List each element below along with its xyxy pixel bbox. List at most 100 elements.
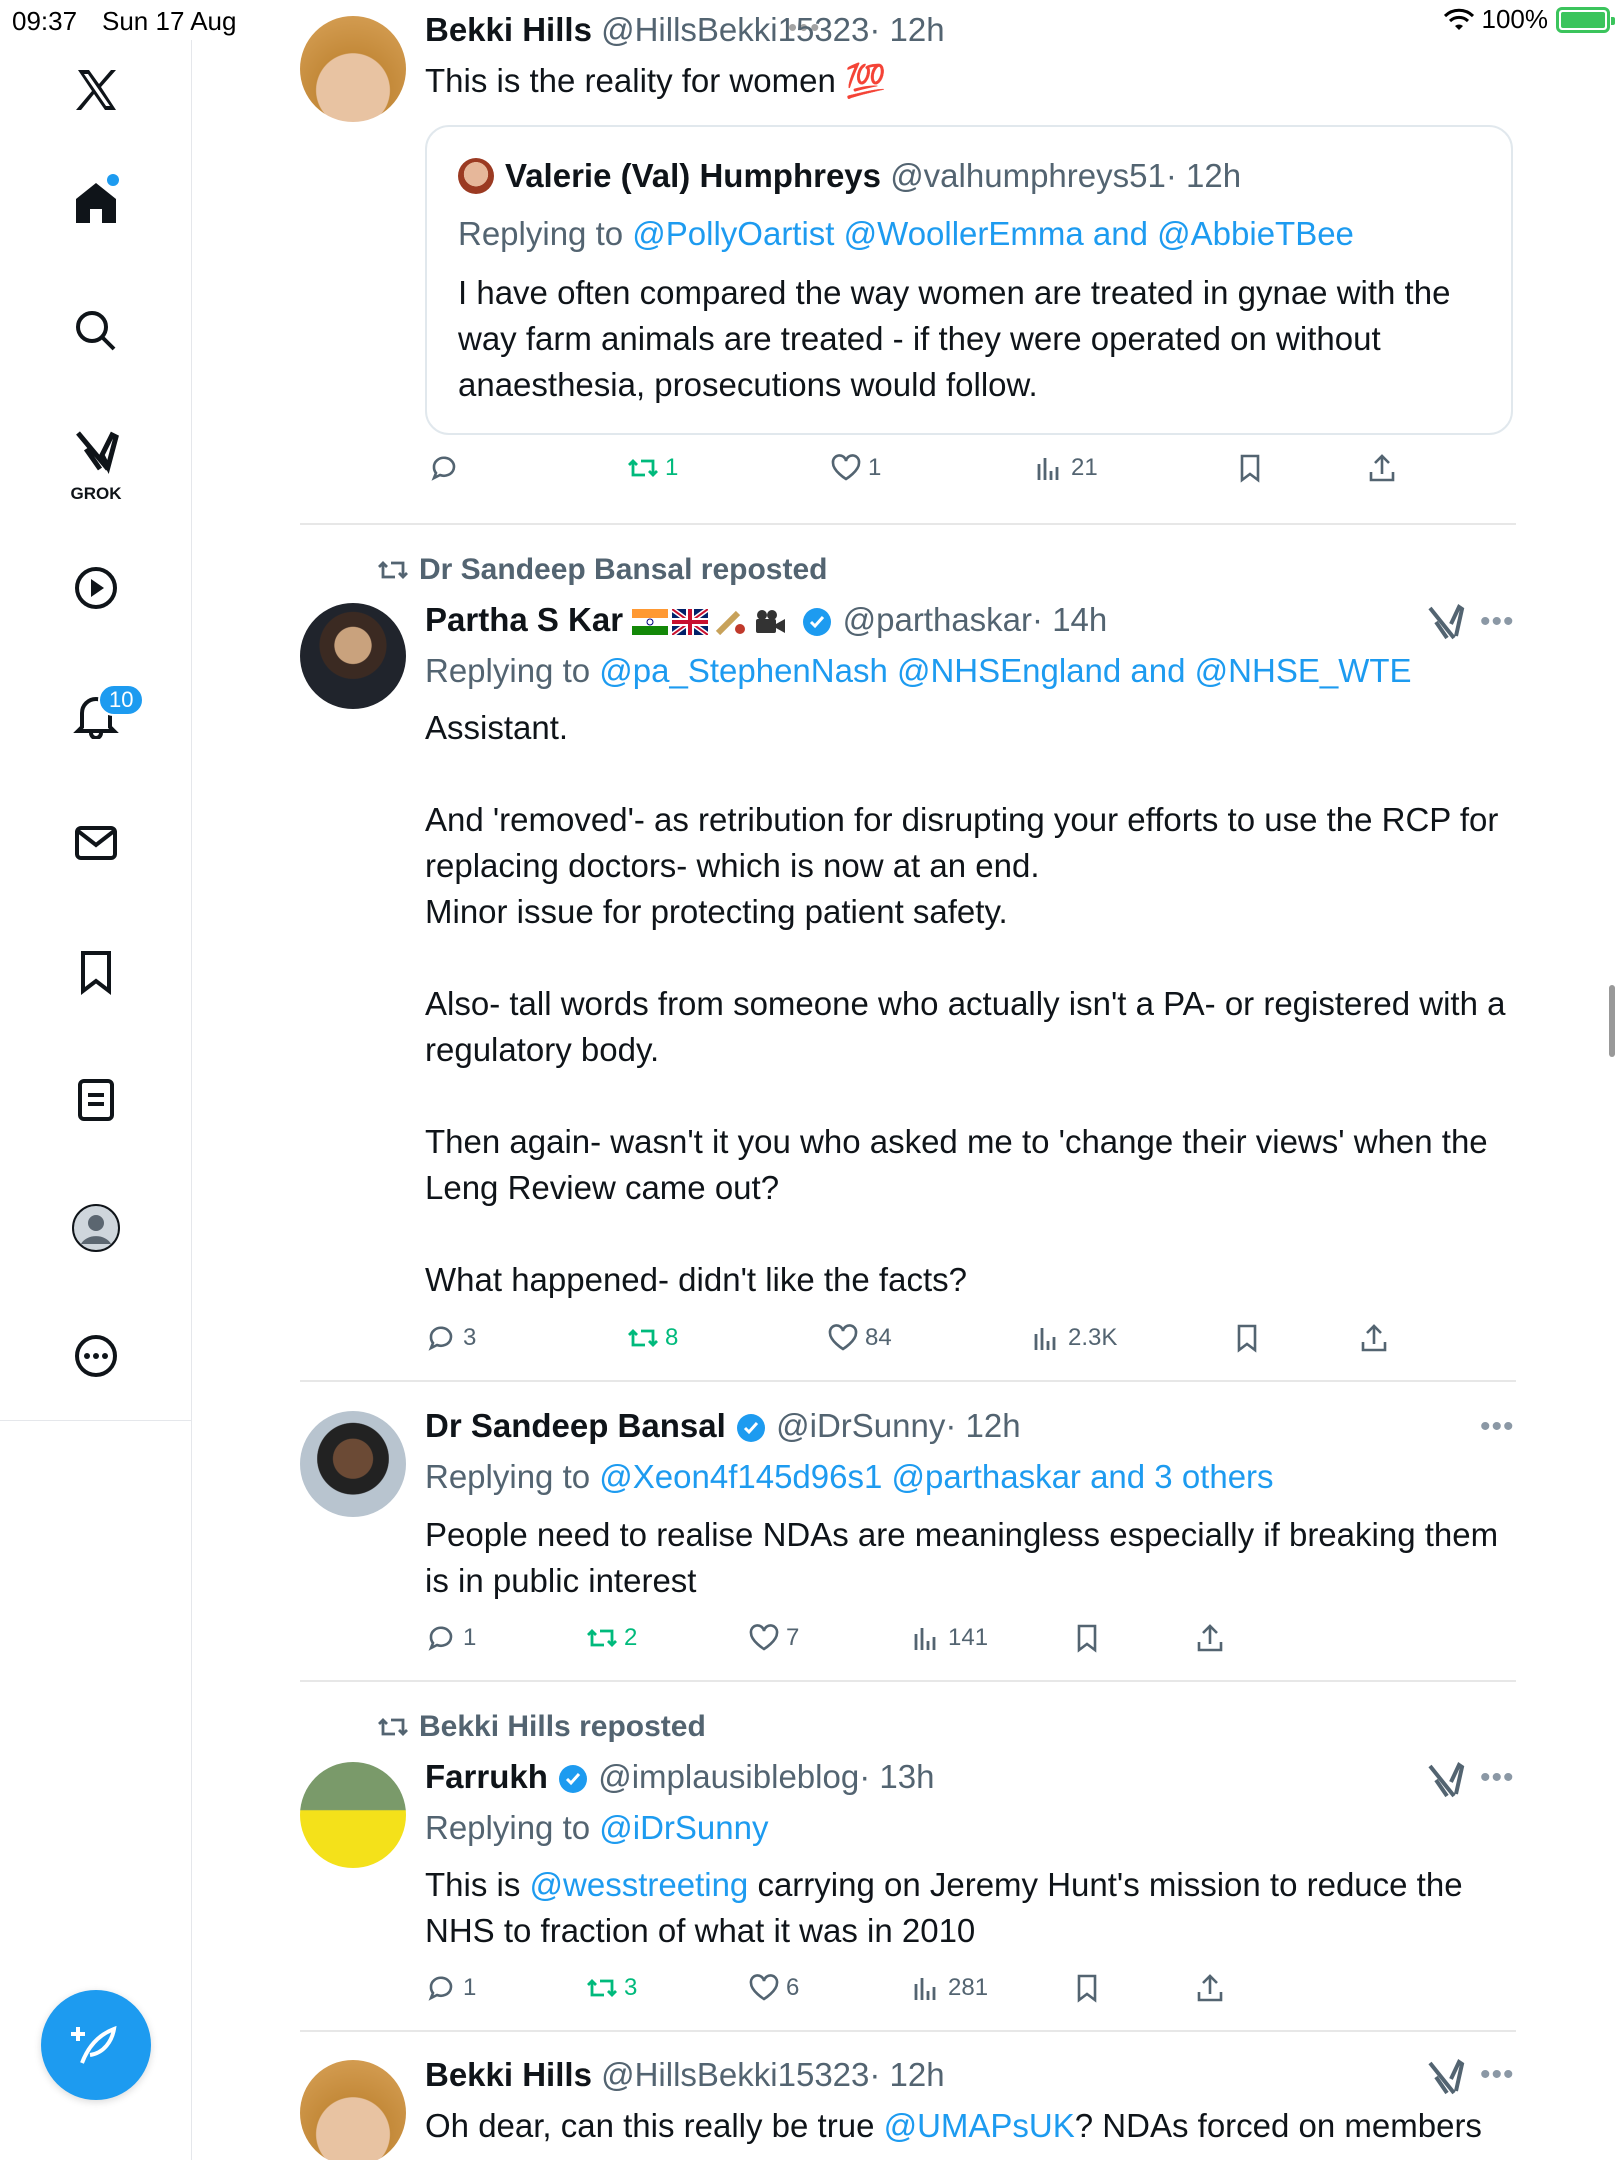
author-handle[interactable]: @iDrSunny <box>776 1407 945 1444</box>
author-handle[interactable]: @HillsBekki15323 <box>601 2056 869 2093</box>
tweet-text-rest: ? NDAs forced on members <box>1074 2107 1482 2144</box>
views-button[interactable]: 141 <box>910 1622 988 1654</box>
views-button[interactable]: 281 <box>910 1972 988 2004</box>
lists-icon[interactable] <box>61 1065 131 1135</box>
share-button[interactable] <box>1194 1972 1226 2004</box>
replying-mentions[interactable]: @iDrSunny <box>599 1809 768 1846</box>
views-button[interactable]: 21 <box>1033 452 1098 484</box>
retweet-icon <box>628 1329 658 1347</box>
status-date: Sun 17 Aug <box>102 6 237 36</box>
author-handle[interactable]: @implausibleblog <box>598 1758 859 1795</box>
status-right: 100% <box>1443 4 1615 35</box>
replying-mentions[interactable]: @pa_StephenNash @NHSEngland and @NHSE_WT… <box>599 652 1411 689</box>
retweet-icon <box>378 1718 408 1736</box>
heart-icon <box>831 454 861 481</box>
reply-button[interactable]: 1 <box>425 1972 476 2004</box>
author-handle[interactable]: @HillsBekki15323 <box>601 11 869 48</box>
compose-post-button[interactable] <box>41 1990 151 2100</box>
retweet-icon <box>587 1979 617 1997</box>
scrollbar[interactable] <box>1609 985 1615 1057</box>
bookmark-button[interactable] <box>1071 1972 1103 2004</box>
reply-icon <box>428 1976 453 2001</box>
reply-count: 1 <box>463 1974 477 2001</box>
retweet-count: 3 <box>624 1974 638 2001</box>
verified-badge-icon <box>736 1414 765 1443</box>
grok-icon[interactable] <box>61 416 131 486</box>
more-options-icon[interactable]: ••• <box>1480 605 1515 639</box>
repost-indicator[interactable]: Dr Sandeep Bansal reposted <box>377 553 827 587</box>
share-button[interactable] <box>1194 1622 1226 1654</box>
home-icon[interactable] <box>61 168 131 238</box>
uk-flag-icon <box>672 609 709 636</box>
movie-camera-icon <box>756 610 786 634</box>
author-name[interactable]: Farrukh <box>425 1758 548 1795</box>
replying-prefix: Replying to <box>425 1809 600 1846</box>
share-button[interactable] <box>1366 452 1398 484</box>
grok-explain-icon[interactable] <box>1426 1760 1466 1800</box>
reply-button[interactable] <box>428 452 466 484</box>
bookmark-icon <box>1077 1974 1097 2003</box>
grok-explain-icon[interactable] <box>1426 2057 1466 2097</box>
search-icon[interactable] <box>61 296 131 366</box>
like-button[interactable]: 1 <box>830 452 881 484</box>
view-count: 281 <box>948 1974 989 2001</box>
replying-mentions[interactable]: @PollyOartist @WoollerEmma and @AbbieTBe… <box>632 215 1354 252</box>
avatar[interactable] <box>300 1762 406 1868</box>
author-name[interactable]: Dr Sandeep Bansal <box>425 1407 726 1444</box>
replying-to: Replying to @pa_StephenNash @NHSEngland … <box>425 651 1412 691</box>
like-button[interactable]: 6 <box>748 1972 799 2004</box>
tweet-divider <box>300 2030 1516 2032</box>
tweet-time[interactable]: · 13h <box>859 1758 934 1795</box>
grok-label: GROK <box>70 484 122 503</box>
bookmark-icon <box>1240 454 1260 483</box>
avatar[interactable] <box>300 16 406 122</box>
retweet-button[interactable]: 8 <box>627 1322 678 1354</box>
avatar[interactable] <box>300 603 406 709</box>
retweet-button[interactable]: 2 <box>586 1622 637 1654</box>
reply-count: 1 <box>463 1624 477 1651</box>
replying-mentions[interactable]: @Xeon4f145d96s1 @parthaskar and 3 others <box>599 1458 1273 1495</box>
profile-avatar-icon[interactable] <box>61 1193 131 1263</box>
avatar[interactable] <box>300 2060 406 2160</box>
mention-link[interactable]: @UMAPsUK <box>884 2107 1075 2144</box>
mention-link[interactable]: @wesstreeting <box>530 1866 749 1903</box>
heart-icon <box>828 1324 858 1351</box>
tweet-text: Oh dear, can this really be true @UMAPsU… <box>425 2106 1482 2146</box>
retweet-button[interactable]: 3 <box>586 1972 637 2004</box>
reply-icon <box>428 1326 453 1351</box>
more-options-icon[interactable]: ••• <box>1480 1761 1515 1795</box>
author-name[interactable]: Bekki Hills <box>425 11 592 48</box>
retweet-icon <box>587 1629 617 1647</box>
more-icon[interactable] <box>61 1321 131 1391</box>
bookmarks-icon[interactable] <box>61 937 131 1007</box>
messages-icon[interactable] <box>61 808 131 878</box>
author-name[interactable]: Bekki Hills <box>425 2056 592 2093</box>
video-icon[interactable] <box>61 553 131 623</box>
reply-button[interactable]: 3 <box>425 1322 476 1354</box>
grok-explain-icon[interactable] <box>1426 602 1466 642</box>
share-icon <box>1197 1624 1223 1652</box>
more-options-icon[interactable]: ••• <box>1480 1410 1515 1444</box>
like-button[interactable]: 84 <box>827 1322 892 1354</box>
like-button[interactable]: 7 <box>748 1622 799 1654</box>
tweet-divider <box>300 523 1516 525</box>
bookmark-button[interactable] <box>1231 1322 1263 1354</box>
views-button[interactable]: 2.3K <box>1030 1322 1117 1354</box>
share-button[interactable] <box>1358 1322 1390 1354</box>
author-handle[interactable]: @parthaskar <box>843 601 1032 638</box>
repost-indicator[interactable]: Bekki Hills reposted <box>377 1710 706 1744</box>
x-logo-icon[interactable] <box>61 55 131 125</box>
tweet-time[interactable]: · 14h <box>1032 601 1107 638</box>
bookmark-button[interactable] <box>1234 452 1266 484</box>
tweet-time[interactable]: · 12h <box>945 1407 1020 1444</box>
reply-button[interactable]: 1 <box>425 1622 476 1654</box>
share-icon <box>1369 454 1395 482</box>
tweet-time[interactable]: · 12h <box>869 2056 944 2093</box>
tweet-time[interactable]: · 12h <box>869 11 944 48</box>
compose-feather-icon <box>71 2025 117 2064</box>
more-options-icon[interactable]: ••• <box>1480 2058 1515 2092</box>
avatar[interactable] <box>300 1411 406 1517</box>
author-name[interactable]: Partha S Kar <box>425 601 623 638</box>
retweet-button[interactable]: 1 <box>627 452 678 484</box>
bookmark-button[interactable] <box>1071 1622 1103 1654</box>
